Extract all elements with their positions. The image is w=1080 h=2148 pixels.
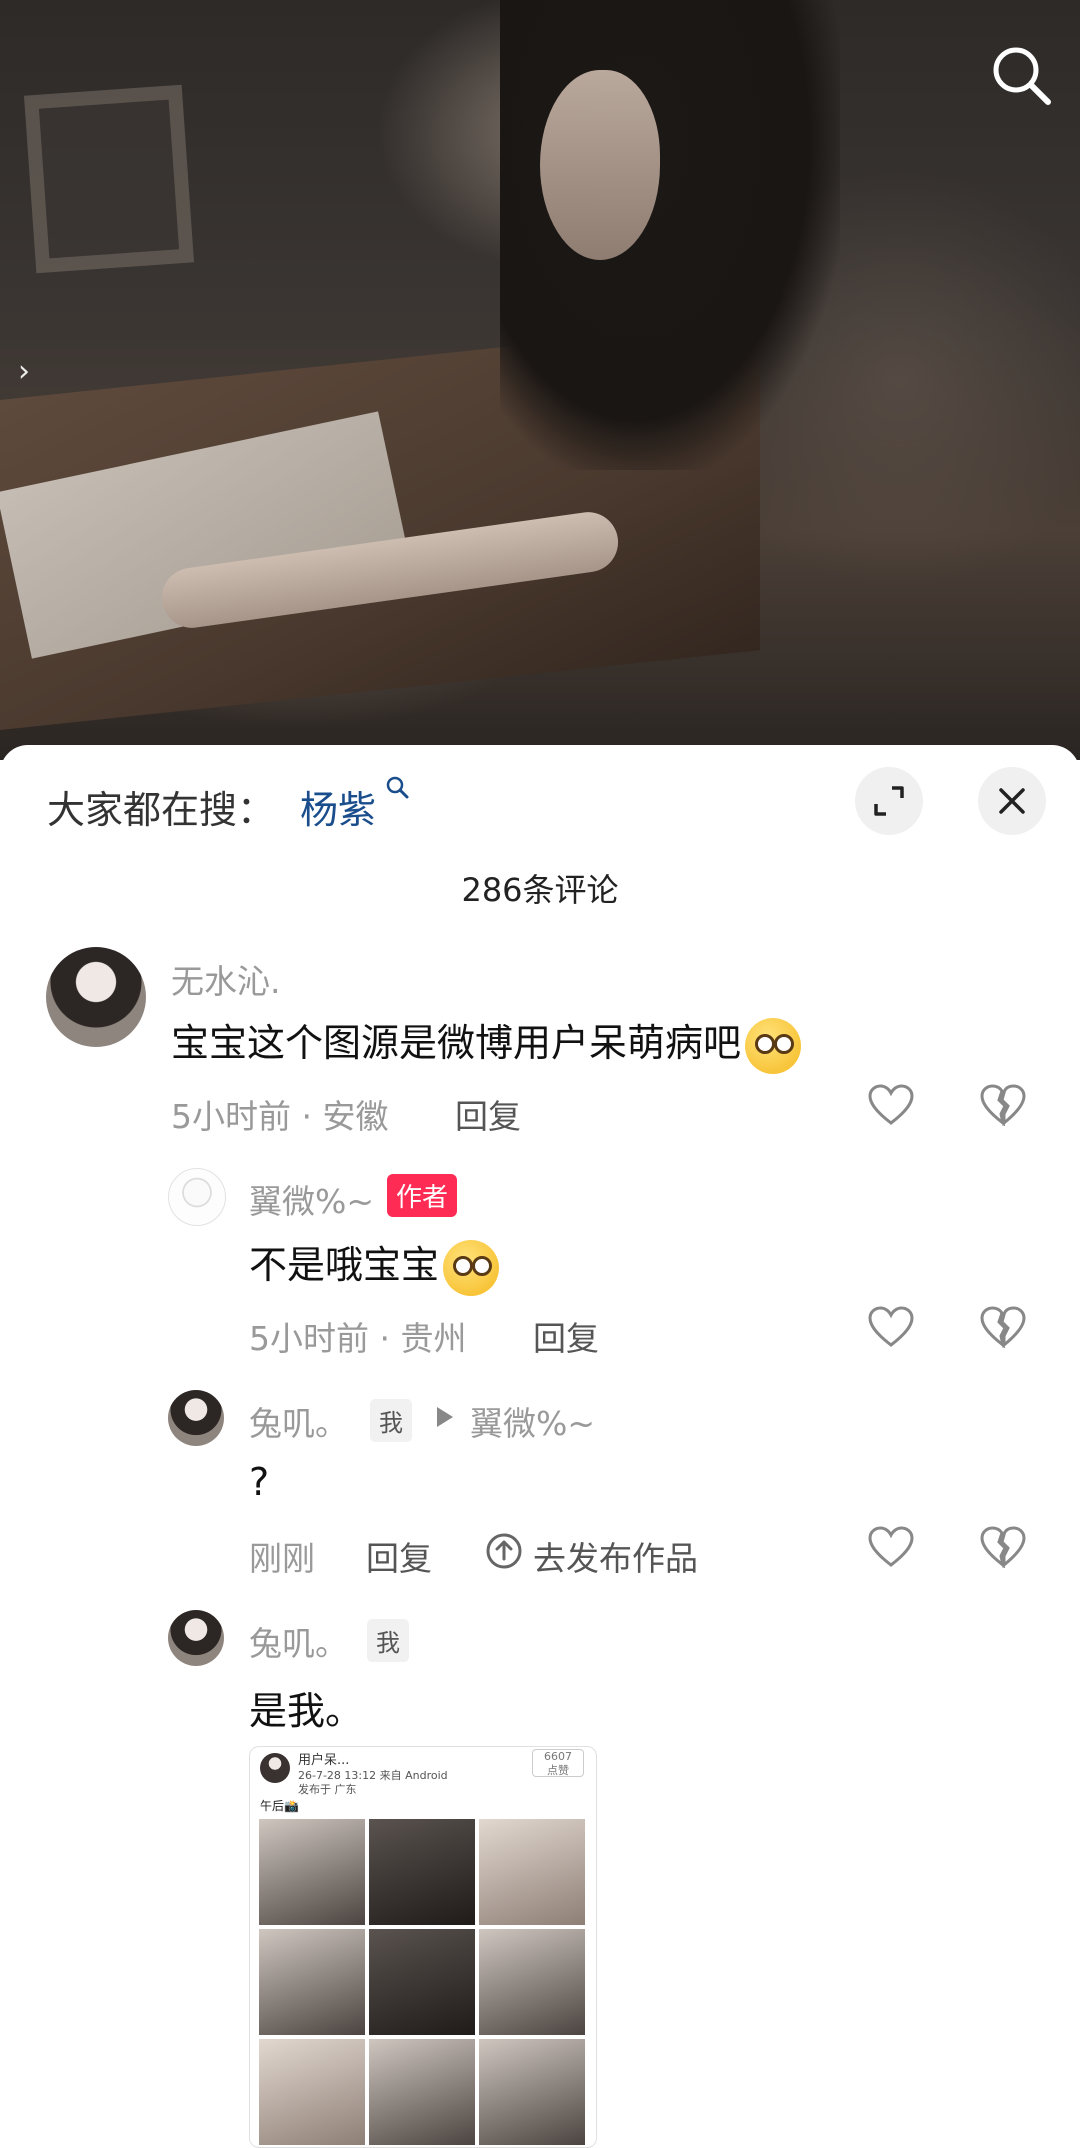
- comment-time-location: 5小时前 · 贵州: [249, 1319, 467, 1358]
- reply-to-arrow-icon: [437, 1407, 453, 1427]
- close-icon: [999, 788, 1025, 814]
- like-heart-icon[interactable]: [868, 1084, 914, 1126]
- dislike-broken-heart-icon[interactable]: [980, 1526, 1026, 1568]
- photo-hair: [500, 0, 840, 470]
- dislike-broken-heart-icon[interactable]: [980, 1084, 1026, 1126]
- image-username: 用户呆...: [298, 1753, 350, 1768]
- image-photo-grid: [259, 1819, 589, 2145]
- comment-text: 是我。: [249, 1689, 364, 1733]
- reply-button[interactable]: 回复: [533, 1312, 599, 1360]
- search-icon[interactable]: [986, 40, 1056, 110]
- thinking-face-icon: [443, 1239, 500, 1296]
- grid-photo: [479, 1929, 585, 2035]
- hot-search-prefix: 大家都在搜：: [47, 788, 276, 832]
- image-post-header: 用户呆... 26-7-28 13:12 来自 Android 发布于 广东 6…: [250, 1747, 596, 1815]
- sheet-header: 大家都在搜： 杨紫: [0, 745, 1080, 865]
- close-button[interactable]: [978, 767, 1046, 835]
- avatar[interactable]: [168, 1610, 224, 1666]
- me-badge: 我: [367, 1619, 409, 1662]
- image-like-count: 6607 点赞: [532, 1749, 584, 1777]
- reply-button[interactable]: 回复: [366, 1532, 432, 1580]
- comment-count: 286条评论: [461, 871, 619, 909]
- thinking-face-icon: [745, 1017, 802, 1074]
- post-photo[interactable]: ›: [0, 0, 1080, 760]
- comment-username[interactable]: 翼微%~: [249, 1175, 374, 1223]
- me-badge: 我: [370, 1399, 412, 1442]
- image-location: 发布于 广东: [298, 1783, 357, 1796]
- avatar[interactable]: [168, 1390, 224, 1446]
- publish-work-button[interactable]: 去发布作品: [533, 1532, 698, 1580]
- photo-face: [540, 70, 660, 260]
- reply-to-username[interactable]: 翼微%~: [470, 1397, 595, 1445]
- image-avatar: [260, 1753, 290, 1783]
- grid-photo: [369, 1929, 475, 2035]
- expand-button[interactable]: [855, 767, 923, 835]
- photo-frame-decor: [23, 84, 195, 274]
- avatar[interactable]: [46, 947, 146, 1047]
- search-mini-icon: [385, 775, 411, 801]
- avatar[interactable]: [168, 1168, 226, 1226]
- comment-image-screenshot[interactable]: 用户呆... 26-7-28 13:12 来自 Android 发布于 广东 6…: [249, 1746, 597, 2148]
- grid-photo: [479, 2039, 585, 2145]
- image-caption: 午后📸: [260, 1799, 299, 1813]
- comment-text: 宝宝这个图源是微博用户呆萌病吧: [171, 1012, 802, 1074]
- dislike-broken-heart-icon[interactable]: [980, 1306, 1026, 1348]
- grid-photo: [369, 2039, 475, 2145]
- grid-photo: [259, 1929, 365, 2035]
- comment-time: 刚刚: [249, 1539, 315, 1578]
- expand-icon: [874, 786, 904, 816]
- comment-username[interactable]: 兔叽。: [249, 1617, 348, 1665]
- grid-photo: [259, 1819, 365, 1925]
- grid-photo: [369, 1819, 475, 1925]
- like-heart-icon[interactable]: [868, 1306, 914, 1348]
- reply-button[interactable]: 回复: [455, 1090, 521, 1138]
- grid-photo: [259, 2039, 365, 2145]
- comment-text: 不是哦宝宝: [249, 1234, 500, 1296]
- comment-username[interactable]: 无水沁.: [171, 955, 281, 1003]
- chevron-right-icon[interactable]: ›: [18, 354, 30, 389]
- like-heart-icon[interactable]: [868, 1526, 914, 1568]
- hot-search-term[interactable]: 杨紫: [300, 779, 376, 834]
- upload-arrow-icon[interactable]: [485, 1532, 523, 1570]
- author-badge: 作者: [387, 1174, 458, 1217]
- comment-time-location: 5小时前 · 安徽: [171, 1097, 389, 1136]
- comment-text: ?: [249, 1460, 270, 1504]
- comment-username[interactable]: 兔叽。: [249, 1397, 348, 1445]
- grid-photo: [479, 1819, 585, 1925]
